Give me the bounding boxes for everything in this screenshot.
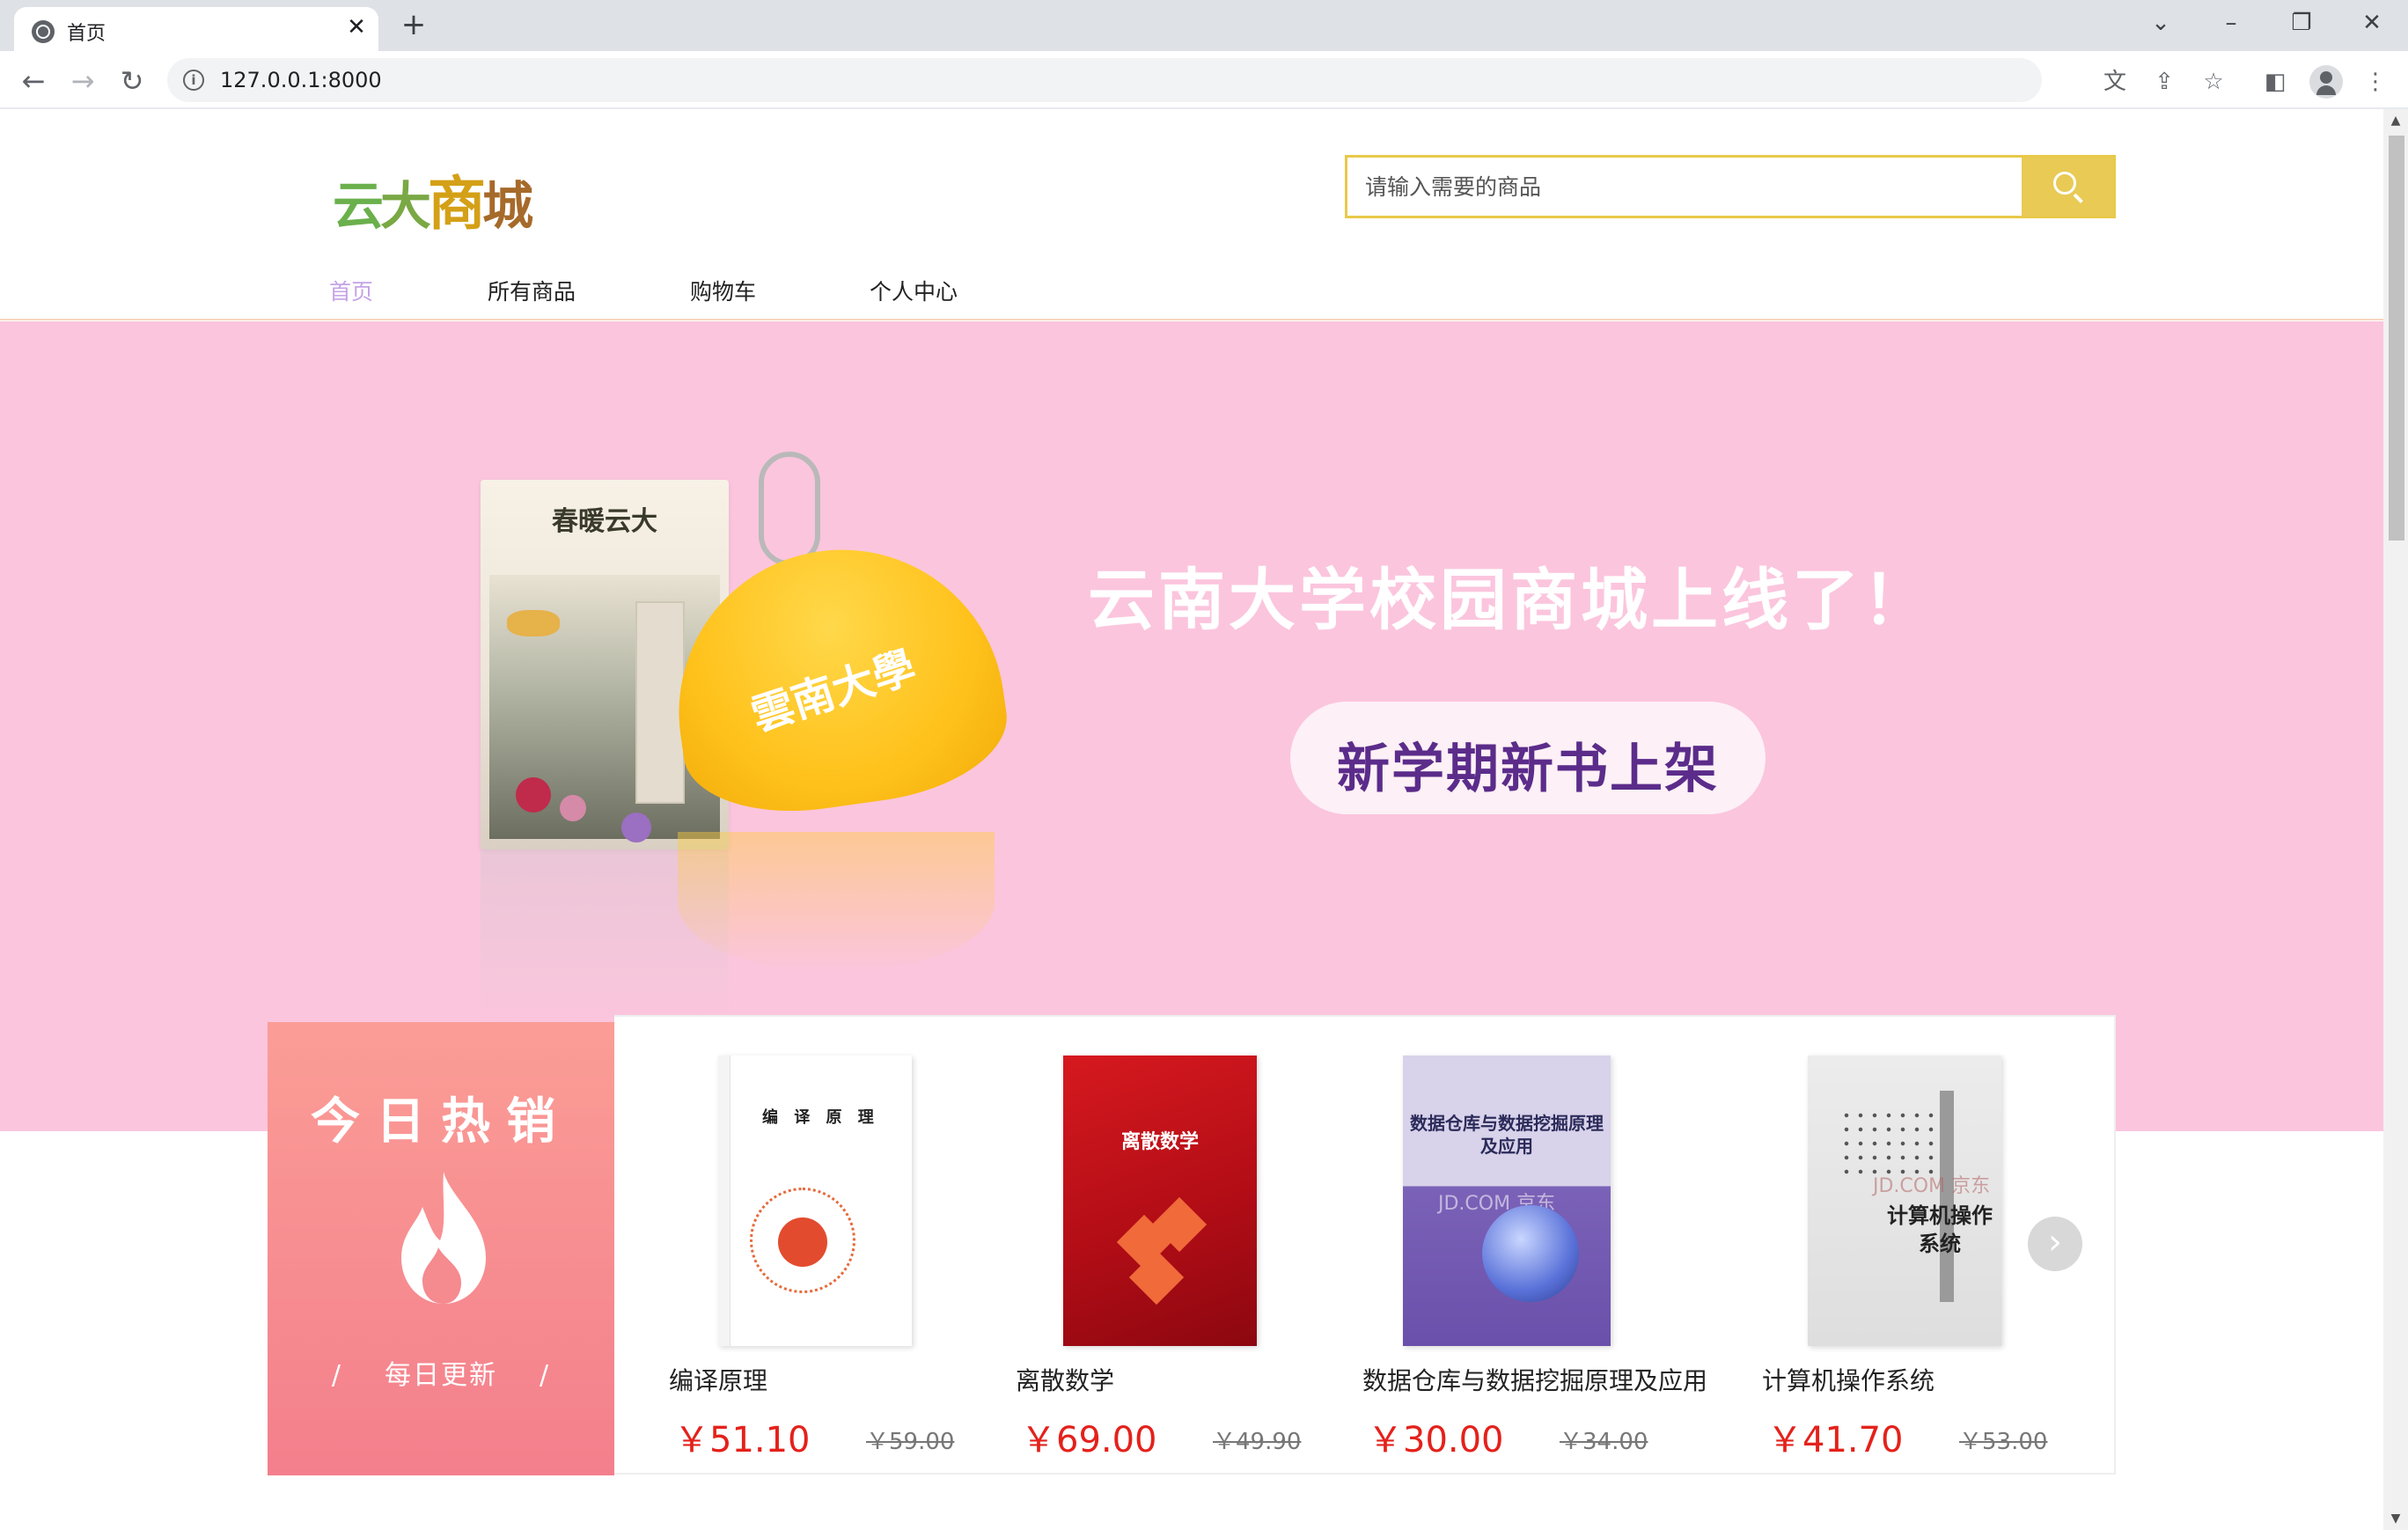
flame-icon xyxy=(401,1172,486,1304)
banner-pill-text: 新学期新书上架 xyxy=(1337,739,1719,800)
browser-tabstrip: 首页 ✕ + ⌄ – ❐ ✕ xyxy=(0,0,2408,51)
product-original-price: ￥34.00 xyxy=(1560,1429,1648,1455)
product-name[interactable]: 编译原理 xyxy=(669,1362,767,1397)
product-cover-image: JD.COM 京东 计算机操作系统 xyxy=(1808,1056,2001,1346)
hot-sales-title: 今日热销 xyxy=(311,1093,571,1151)
site-info-icon[interactable]: i xyxy=(183,70,204,91)
back-button[interactable]: ← xyxy=(16,63,51,99)
search-button[interactable] xyxy=(2022,158,2113,216)
nav-cart[interactable]: 购物车 xyxy=(690,275,756,306)
tab-search-icon[interactable]: ⌄ xyxy=(2139,5,2183,40)
gift-box-title: 春暖云大 xyxy=(552,506,657,537)
nav-home[interactable]: 首页 xyxy=(329,275,373,306)
nav-all-products[interactable]: 所有商品 xyxy=(488,275,576,306)
product-original-price: ￥53.00 xyxy=(1959,1429,2048,1455)
product-cover-image: 离散数学 xyxy=(1063,1056,1257,1346)
nav-profile[interactable]: 个人中心 xyxy=(870,275,958,306)
promo-banner[interactable]: 春暖云大 雲南大學 云南大学校园商城上线了！ 新学期新书上架 xyxy=(0,321,2383,1131)
scroll-down-arrow-icon[interactable]: ▼ xyxy=(2383,1507,2408,1530)
product-cover-image: 数据仓库与数据挖掘原理及应用 JD.COM 京东 xyxy=(1403,1056,1611,1346)
translate-icon[interactable]: 文 xyxy=(2100,67,2130,97)
menu-kebab-icon[interactable]: ⋮ xyxy=(2360,67,2390,97)
search-icon xyxy=(2053,172,2076,195)
main-nav: 首页 所有商品 购物车 个人中心 xyxy=(0,268,2383,320)
product-name[interactable]: 计算机操作系统 xyxy=(1762,1362,1934,1397)
product-name[interactable]: 离散数学 xyxy=(1016,1362,1114,1397)
product-price: ￥69.00 xyxy=(1021,1420,1157,1460)
product-card[interactable]: 离散数学 离散数学 ￥69.00 ￥49.90 xyxy=(961,1017,1304,1476)
forward-button[interactable]: → xyxy=(65,63,100,99)
browser-tab[interactable]: 首页 ✕ xyxy=(14,7,378,51)
keychain-text: 雲南大學 xyxy=(745,642,921,741)
cover-title: 编 译 原 理 xyxy=(762,1108,879,1127)
cover-title: 数据仓库与数据挖掘原理及应用 xyxy=(1410,1113,1604,1157)
browser-toolbar: ← → ↻ i 127.0.0.1:8000 文 ⇪ ☆ ◧ ⋮ xyxy=(0,51,2408,109)
restore-button[interactable]: ❐ xyxy=(2280,5,2324,40)
banner-pill[interactable]: 新学期新书上架 xyxy=(1290,702,1766,814)
product-card[interactable]: JD.COM 京东 计算机操作系统 计算机操作系统 ￥41.70 ￥53.00 xyxy=(1707,1017,2051,1476)
cover-title: 离散数学 xyxy=(1120,1131,1199,1153)
product-price: ￥51.10 xyxy=(674,1420,811,1460)
product-name[interactable]: 数据仓库与数据挖掘原理及应用 xyxy=(1362,1362,1707,1397)
product-price: ￥30.00 xyxy=(1368,1420,1504,1460)
globe-icon xyxy=(32,20,55,43)
product-cover-image: 编 译 原 理 xyxy=(718,1056,912,1346)
product-card[interactable]: 数据仓库与数据挖掘原理及应用 JD.COM 京东 数据仓库与数据挖掘原理及应用 … xyxy=(1308,1017,1707,1476)
product-card[interactable]: 编 译 原 理 编译原理 ￥51.10 ￥59.00 xyxy=(614,1017,958,1476)
search-box xyxy=(1345,155,2116,218)
cover-title: 计算机操作系统 xyxy=(1887,1203,1993,1256)
logo-char: 商 xyxy=(428,169,486,238)
hot-sales-panel: 今日热销 / 每日更新 / xyxy=(268,1022,614,1475)
page-viewport: 云大商城 首页 所有商品 购物车 个人中心 春暖云大 雲南大學 xyxy=(0,109,2383,1530)
page-scrollbar[interactable]: ▲ ▼ xyxy=(2383,109,2408,1530)
product-original-price: ￥59.00 xyxy=(866,1429,955,1455)
product-price: ￥41.70 xyxy=(1767,1420,1904,1460)
logo-char: 大 xyxy=(380,176,431,236)
logo-char: 云 xyxy=(333,176,384,236)
cover-watermark: JD.COM 京东 xyxy=(1873,1175,1991,1197)
close-tab-icon[interactable]: ✕ xyxy=(343,14,370,40)
profile-avatar[interactable] xyxy=(2309,65,2343,99)
address-bar[interactable]: i 127.0.0.1:8000 xyxy=(167,58,2042,102)
tab-title: 首页 xyxy=(67,23,106,45)
logo-char: 城 xyxy=(482,176,533,236)
hot-sales-subtitle: / 每日更新 / xyxy=(331,1360,551,1391)
reload-button[interactable]: ↻ xyxy=(114,63,150,99)
product-original-price: ￥49.90 xyxy=(1213,1429,1302,1455)
keychain-chain xyxy=(759,452,820,566)
scrollbar-thumb[interactable] xyxy=(2389,136,2404,541)
hot-products-list: 编 译 原 理 编译原理 ￥51.10 ￥59.00 离散数学 离散数学 ￥69… xyxy=(614,1015,2116,1475)
side-panel-icon[interactable]: ◧ xyxy=(2260,67,2290,97)
close-window-button[interactable]: ✕ xyxy=(2350,5,2394,40)
site-logo[interactable]: 云大商城 xyxy=(333,157,533,241)
search-input[interactable] xyxy=(1347,158,2022,216)
new-tab-button[interactable]: + xyxy=(398,9,429,40)
url-text: 127.0.0.1:8000 xyxy=(220,68,382,92)
scroll-up-arrow-icon[interactable]: ▲ xyxy=(2383,109,2408,132)
banner-headline: 云南大学校园商城上线了！ xyxy=(1088,561,1933,639)
share-icon[interactable]: ⇪ xyxy=(2149,67,2179,97)
carousel-next-button[interactable]: › xyxy=(2028,1217,2082,1271)
minimize-button[interactable]: – xyxy=(2209,5,2253,40)
bookmark-star-icon[interactable]: ☆ xyxy=(2199,67,2228,97)
